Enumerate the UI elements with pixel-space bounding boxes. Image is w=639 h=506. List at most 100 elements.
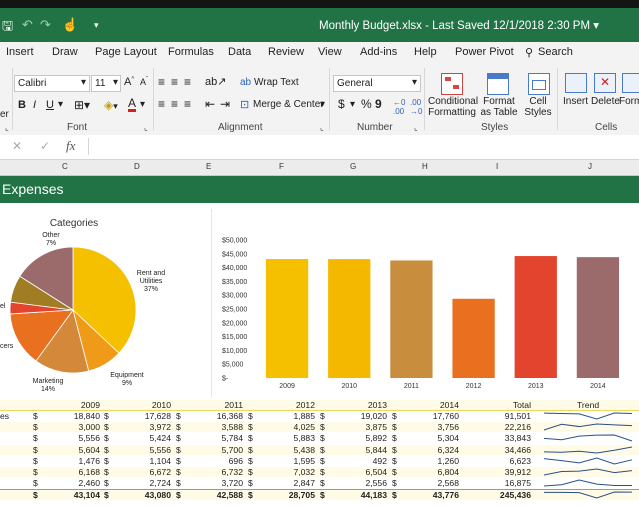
tab-add-ins[interactable]: Add-ins bbox=[360, 46, 397, 58]
tab-view[interactable]: View bbox=[318, 46, 342, 58]
number-format-box[interactable]: General ▾ bbox=[333, 75, 421, 92]
table-cell[interactable]: 19,020 bbox=[347, 411, 387, 421]
table-cell[interactable]: 2,460 bbox=[60, 478, 100, 488]
percent-icon[interactable]: % bbox=[361, 97, 372, 111]
table-cell[interactable]: 42,588 bbox=[203, 490, 243, 500]
borders-icon[interactable]: ⊞▾ bbox=[74, 98, 90, 112]
table-cell[interactable]: 5,892 bbox=[347, 433, 387, 443]
insert-button[interactable]: Insert bbox=[563, 96, 588, 107]
cell-styles-button[interactable]: Cell Styles bbox=[522, 96, 554, 118]
table-cell[interactable]: 6,623 bbox=[491, 456, 531, 466]
table-cell[interactable]: 16,875 bbox=[491, 478, 531, 488]
table-cell[interactable]: 3,972 bbox=[131, 422, 171, 432]
sheet-title-banner[interactable]: Expenses bbox=[0, 176, 639, 203]
table-cell[interactable]: 43,776 bbox=[419, 490, 459, 500]
header-trend[interactable]: Trend bbox=[577, 400, 599, 410]
table-cell[interactable]: 17,628 bbox=[131, 411, 171, 421]
trend-sparkline[interactable] bbox=[542, 467, 634, 477]
trend-sparkline[interactable] bbox=[542, 433, 634, 443]
merge-icon[interactable]: ⊡ bbox=[240, 98, 249, 111]
column-header-f[interactable]: F bbox=[279, 162, 284, 171]
table-cell[interactable]: 1,476 bbox=[60, 456, 100, 466]
tab-page-layout[interactable]: Page Layout bbox=[95, 46, 157, 58]
table-cell[interactable]: 5,844 bbox=[347, 445, 387, 455]
tab-insert[interactable]: Insert bbox=[6, 46, 34, 58]
table-cell[interactable]: 6,804 bbox=[419, 467, 459, 477]
tab-help[interactable]: Help bbox=[414, 46, 437, 58]
touch-mode-icon[interactable]: ☝ bbox=[62, 17, 78, 33]
dialog-launcher-icon[interactable]: ⌞ bbox=[5, 123, 9, 132]
wrap-text-button[interactable]: Wrap Text bbox=[254, 77, 299, 88]
redo-icon[interactable]: ↷ bbox=[40, 17, 51, 33]
trend-sparkline[interactable] bbox=[542, 478, 634, 488]
table-cell[interactable]: 5,700 bbox=[203, 445, 243, 455]
enter-icon[interactable]: ✓ bbox=[40, 139, 50, 153]
currency-icon[interactable]: $ bbox=[338, 97, 345, 111]
table-cell[interactable]: 1,260 bbox=[419, 456, 459, 466]
undo-icon[interactable]: ↶ bbox=[22, 17, 33, 33]
header-2012[interactable]: 2012 bbox=[275, 400, 315, 410]
table-cell[interactable]: 5,604 bbox=[60, 445, 100, 455]
table-cell[interactable]: 1,104 bbox=[131, 456, 171, 466]
dialog-launcher-icon[interactable]: ⌞ bbox=[144, 123, 148, 132]
cell-styles-icon[interactable] bbox=[528, 73, 550, 95]
font-color-icon[interactable]: A bbox=[128, 97, 137, 112]
trend-sparkline[interactable] bbox=[542, 422, 634, 432]
align-center-icon[interactable]: ≡ bbox=[171, 97, 178, 111]
underline-icon[interactable]: U bbox=[46, 99, 54, 111]
table-cell[interactable]: 17,760 bbox=[419, 411, 459, 421]
decrease-decimal-icon[interactable]: .00 →0 bbox=[410, 98, 422, 116]
table-cell[interactable]: 3,875 bbox=[347, 422, 387, 432]
bar-chart[interactable]: $50,000 $45,000 $40,000 $35,000 $30,000 $25,0… bbox=[211, 203, 639, 399]
column-header-j[interactable]: J bbox=[588, 162, 592, 171]
table-cell[interactable]: 5,883 bbox=[275, 433, 315, 443]
bar-2011[interactable] bbox=[390, 260, 433, 378]
chevron-down-icon[interactable]: ▾ bbox=[140, 99, 145, 110]
table-cell[interactable]: 2,568 bbox=[419, 478, 459, 488]
table-cell[interactable]: 16,368 bbox=[203, 411, 243, 421]
table-cell[interactable]: 1,595 bbox=[275, 456, 315, 466]
table-cell[interactable]: 2,724 bbox=[131, 478, 171, 488]
font-size-box[interactable]: 11 ▾ bbox=[91, 75, 121, 92]
dialog-launcher-icon[interactable]: ⌞ bbox=[414, 123, 418, 132]
delete-cells-icon[interactable]: ✕ bbox=[594, 73, 616, 93]
table-cell[interactable]: 6,168 bbox=[60, 467, 100, 477]
column-header-c[interactable]: C bbox=[62, 162, 68, 171]
trend-sparkline[interactable] bbox=[542, 445, 634, 455]
table-cell[interactable]: 3,588 bbox=[203, 422, 243, 432]
table-cell[interactable]: 5,556 bbox=[60, 433, 100, 443]
table-cell[interactable]: 5,784 bbox=[203, 433, 243, 443]
table-cell[interactable]: 39,912 bbox=[491, 467, 531, 477]
table-cell[interactable]: 492 bbox=[347, 456, 387, 466]
tab-power-pivot[interactable]: Power Pivot bbox=[455, 46, 514, 58]
table-cell[interactable]: 7,032 bbox=[275, 467, 315, 477]
comma-style-icon[interactable]: 9 bbox=[375, 97, 382, 111]
chevron-down-icon[interactable]: ▾ bbox=[58, 99, 63, 110]
table-cell[interactable]: 3,000 bbox=[60, 422, 100, 432]
italic-icon[interactable]: I bbox=[33, 99, 36, 111]
format-as-table-icon[interactable] bbox=[487, 73, 509, 95]
align-top-icon[interactable]: ≡ bbox=[158, 75, 165, 89]
insert-function-icon[interactable]: fx bbox=[66, 138, 75, 154]
table-cell[interactable]: 5,556 bbox=[131, 445, 171, 455]
pie-chart[interactable]: Categories Other 7% Rent and Utilities 3… bbox=[0, 203, 211, 399]
conditional-formatting-button[interactable]: Conditional Formatting bbox=[428, 96, 478, 118]
font-name-box[interactable]: Calibri ▾ bbox=[14, 75, 90, 92]
table-cell[interactable]: 33,843 bbox=[491, 433, 531, 443]
table-cell[interactable]: 3,756 bbox=[419, 422, 459, 432]
decrease-indent-icon[interactable]: ⇤ bbox=[205, 97, 215, 111]
table-cell[interactable]: 43,080 bbox=[131, 490, 171, 500]
document-title[interactable]: Monthly Budget.xlsx - Last Saved 12/1/20… bbox=[319, 18, 599, 32]
table-cell[interactable]: 3,720 bbox=[203, 478, 243, 488]
bar-2012[interactable] bbox=[452, 298, 495, 378]
table-cell[interactable]: 18,840 bbox=[60, 411, 100, 421]
trend-sparkline[interactable] bbox=[542, 411, 634, 421]
align-bottom-icon[interactable]: ≡ bbox=[184, 75, 191, 89]
save-icon[interactable]: 🖫 bbox=[2, 17, 13, 39]
shrink-font-icon[interactable]: Aˇ bbox=[140, 77, 148, 87]
grow-font-icon[interactable]: A^ bbox=[124, 76, 134, 88]
delete-button[interactable]: Delete bbox=[591, 96, 620, 107]
column-header-g[interactable]: G bbox=[350, 162, 356, 171]
insert-cells-icon[interactable] bbox=[565, 73, 587, 93]
header-2010[interactable]: 2010 bbox=[131, 400, 171, 410]
